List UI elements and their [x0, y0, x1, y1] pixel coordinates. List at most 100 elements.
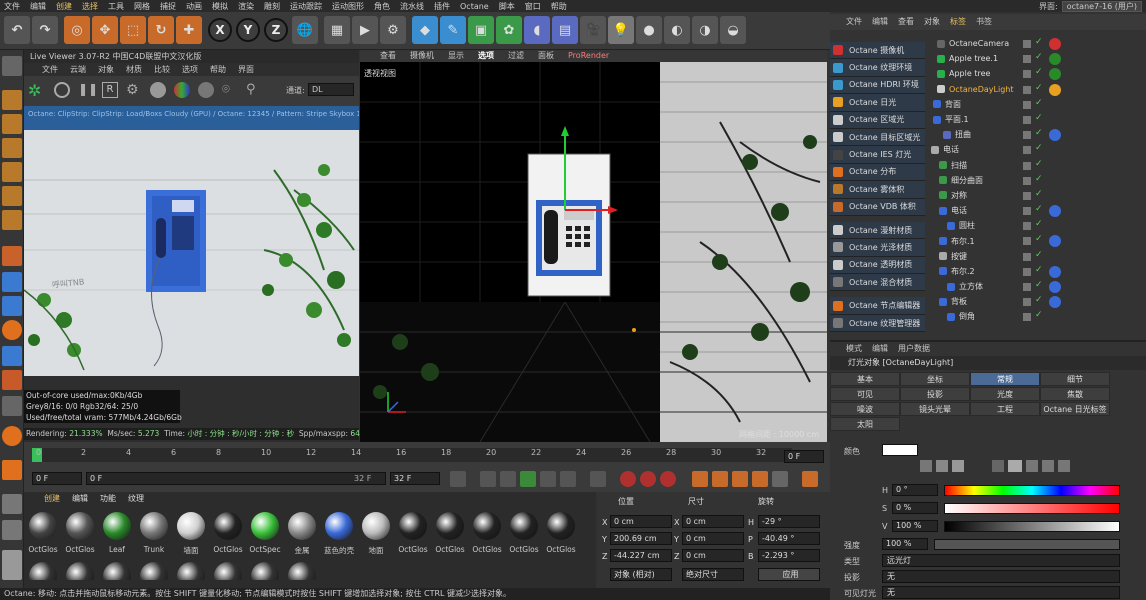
material-swatch[interactable] — [248, 512, 282, 542]
value-slider[interactable] — [944, 521, 1120, 532]
attribute-tab[interactable]: 噪波 — [830, 402, 900, 416]
material-swatch[interactable] — [248, 562, 282, 580]
material-tag-icon[interactable] — [1049, 83, 1061, 96]
axis-mode-icon[interactable] — [2, 246, 22, 266]
tree-item[interactable]: 电话 ✓ — [927, 203, 1146, 218]
tree-item[interactable]: 扫描 ✓ — [927, 158, 1146, 173]
menu-item[interactable]: 渲染 — [238, 1, 254, 12]
key-pla-icon[interactable] — [772, 471, 788, 487]
visibility-dot[interactable] — [1023, 191, 1031, 200]
octane-menu-item[interactable]: Octane 目标区域光 — [830, 128, 925, 147]
focus-pick-icon[interactable]: ⌾ — [222, 82, 236, 98]
v-field[interactable]: 100 % — [892, 520, 938, 532]
object-menu-item[interactable]: 对象 — [924, 14, 940, 30]
enabled-check-icon[interactable]: ✓ — [1035, 113, 1043, 123]
live-viewer-menu-item[interactable]: 帮助 — [210, 63, 226, 76]
hue-slider[interactable] — [944, 485, 1120, 496]
checker-icon[interactable] — [2, 520, 22, 540]
attribute-tab[interactable]: 基本 — [830, 372, 900, 386]
keyframe-selection-icon[interactable] — [660, 471, 676, 487]
live-viewer-menu-item[interactable]: 文件 — [42, 63, 58, 76]
prev-frame-icon[interactable] — [500, 471, 516, 487]
key-rotation-icon[interactable] — [732, 471, 748, 487]
attribute-tab[interactable]: 常规 — [970, 372, 1040, 386]
material-swatch[interactable] — [100, 562, 134, 580]
octane-mat-icon[interactable]: ◒ — [720, 16, 746, 44]
menu-item[interactable]: 雕刻 — [264, 1, 280, 12]
object-menu-item[interactable]: 标签 — [950, 14, 966, 30]
timeline-window-icon[interactable] — [802, 471, 818, 487]
octane-menu-item[interactable]: Octane HDRI 环境 — [830, 76, 925, 95]
swatches-icon[interactable] — [1058, 460, 1070, 472]
s-field[interactable]: 0 % — [892, 502, 938, 514]
hsv-icon[interactable] — [1008, 460, 1022, 472]
tree-item[interactable]: 背面 ✓ — [927, 97, 1146, 112]
rotate-tool-icon[interactable]: ↻ — [148, 16, 174, 44]
tree-item[interactable]: Apple tree ✓ — [927, 66, 1146, 81]
octane-menu-item[interactable]: Octane 摄像机 — [830, 42, 925, 60]
material-menu-item[interactable]: 创建 — [44, 492, 60, 506]
color-wheel-icon[interactable] — [920, 460, 932, 472]
live-viewer-menu-item[interactable]: 云端 — [70, 63, 86, 76]
key-scale-icon[interactable] — [712, 471, 728, 487]
interface-dropdown[interactable]: octane7-16 (用户) — [1061, 0, 1142, 12]
play-icon[interactable] — [520, 471, 536, 487]
enabled-check-icon[interactable]: ✓ — [1035, 295, 1043, 305]
material-swatch[interactable] — [433, 512, 467, 542]
material-tag-icon[interactable] — [1049, 235, 1061, 248]
prev-key-icon[interactable] — [480, 471, 496, 487]
octane-menu-item[interactable]: Octane IES 灯光 — [830, 146, 925, 164]
mixer-icon[interactable] — [1042, 460, 1054, 472]
tree-item[interactable]: 倒角 ✓ — [927, 309, 1146, 324]
octane-menu-item[interactable]: Octane 分布 — [830, 163, 925, 182]
menu-item[interactable]: 运动跟踪 — [290, 1, 322, 12]
tree-item[interactable]: 布尔.1 ✓ — [927, 233, 1146, 248]
apply-button[interactable]: 应用 — [758, 568, 820, 581]
enabled-check-icon[interactable]: ✓ — [1035, 280, 1043, 290]
visible-light-dropdown[interactable]: 无 — [882, 586, 1120, 599]
menu-item[interactable]: 流水线 — [400, 1, 424, 12]
grid-icon[interactable] — [2, 494, 22, 514]
pen-spline-icon[interactable]: ✎ — [440, 16, 466, 44]
settings-gear-icon[interactable]: ⚙ — [126, 82, 142, 98]
enabled-check-icon[interactable]: ✓ — [1035, 174, 1043, 184]
perspective-viewport[interactable]: 查看 摄像机 显示 选项 过滤 面板 ProRender 透视视图 网格间距:… — [360, 50, 827, 442]
material-swatch[interactable] — [211, 512, 245, 542]
deformer-icon[interactable]: ◖ — [524, 16, 550, 44]
pause-icon[interactable]: ❚❚ — [78, 82, 98, 98]
render-view-icon[interactable]: ▦ — [324, 16, 350, 44]
z-axis-lock[interactable]: Z — [264, 18, 288, 42]
enabled-check-icon[interactable]: ✓ — [1035, 143, 1043, 153]
size-z-field[interactable]: 0 cm — [682, 549, 744, 562]
enabled-check-icon[interactable]: ✓ — [1035, 234, 1043, 244]
menu-item[interactable]: 脚本 — [499, 1, 515, 12]
attribute-tab[interactable]: 光度 — [970, 387, 1040, 401]
visibility-dot[interactable] — [1023, 115, 1031, 124]
tree-item[interactable]: 立方体 ✓ — [927, 279, 1146, 294]
key-position-icon[interactable] — [692, 471, 708, 487]
go-start-icon[interactable] — [450, 471, 466, 487]
octane-menu-item[interactable]: Octane 纹理管理器 — [830, 314, 925, 333]
attribute-tab[interactable]: 投影 — [900, 387, 970, 401]
attribute-menu-item[interactable]: 编辑 — [872, 342, 888, 356]
key-param-icon[interactable] — [752, 471, 768, 487]
timeline-ruler[interactable]: 0 2 4 6 8 10 12 14 16 18 20 22 24 26 28 30 32 — [32, 448, 792, 462]
type-dropdown[interactable]: 远光灯 — [882, 554, 1120, 567]
interface-selector[interactable]: 界面: octane7-16 (用户) — [1039, 0, 1142, 12]
tree-item[interactable]: OctaneDayLight ✓ — [927, 82, 1146, 97]
pin-icon[interactable]: ⚲ — [246, 82, 260, 98]
enabled-check-icon[interactable]: ✓ — [1035, 159, 1043, 169]
enabled-check-icon[interactable]: ✓ — [1035, 204, 1043, 214]
attribute-tab[interactable]: 焦散 — [1040, 387, 1110, 401]
intensity-slider[interactable] — [934, 539, 1120, 550]
recent-tool-icon[interactable]: ✚ — [176, 16, 202, 44]
image-picker-icon[interactable] — [952, 460, 964, 472]
attribute-tab[interactable]: 坐标 — [900, 372, 970, 386]
attribute-tab[interactable]: 工程 — [970, 402, 1040, 416]
size-x-field[interactable]: 0 cm — [682, 515, 744, 528]
menu-item[interactable]: 编辑 — [30, 1, 46, 12]
material-swatch[interactable] — [359, 512, 393, 542]
material-swatch[interactable] — [322, 512, 356, 542]
menu-item[interactable]: 捕捉 — [160, 1, 176, 12]
octane-menu-item[interactable]: Octane 透明材质 — [830, 256, 925, 275]
